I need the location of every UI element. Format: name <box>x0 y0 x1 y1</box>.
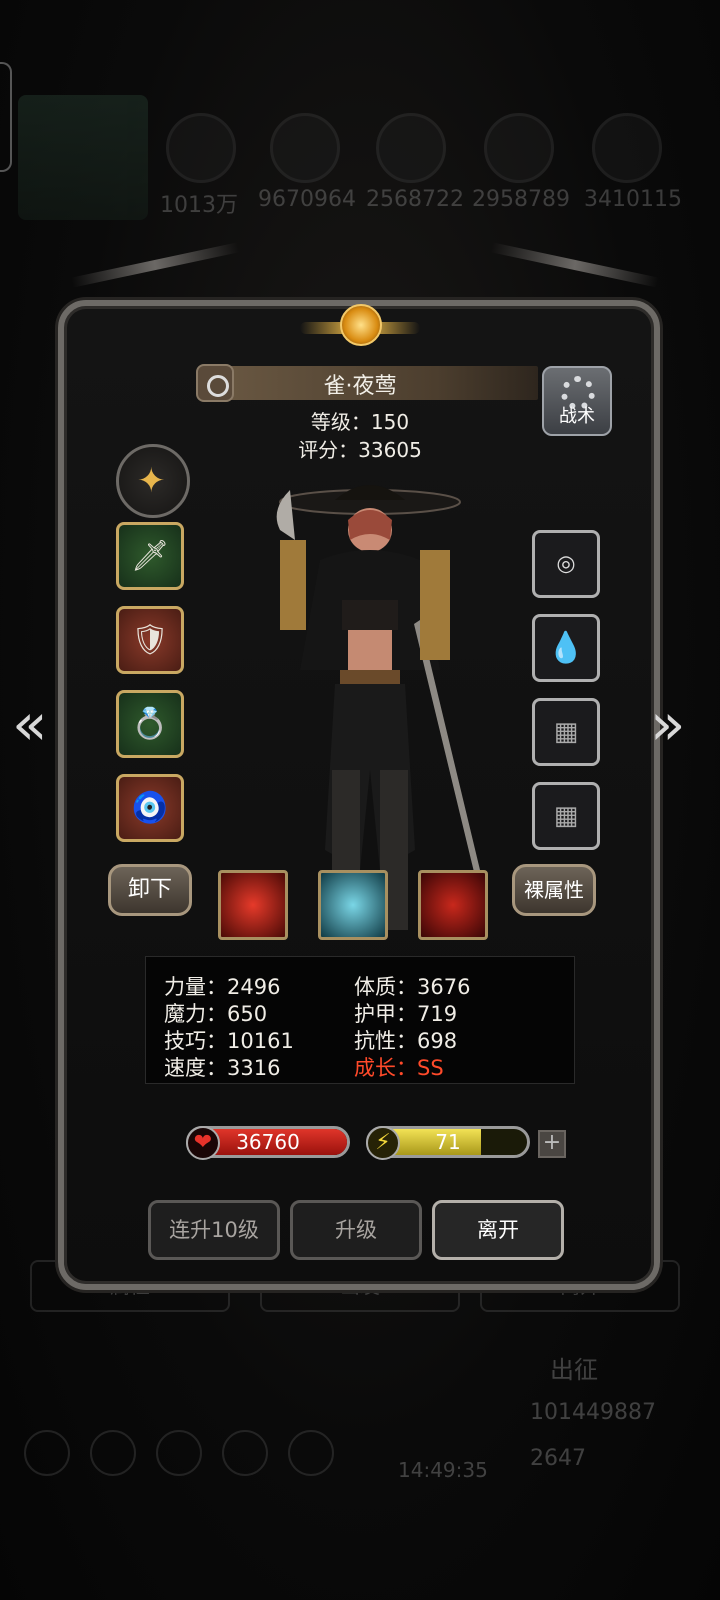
empty-slot-icon: ▦ <box>553 801 579 831</box>
level-up-10-button[interactable]: 连升10级 <box>148 1200 280 1260</box>
belt-slot[interactable]: ◎ <box>532 530 600 598</box>
background-bottom-area: 属性 出发 离开 出征 101449887 2647 14:49:35 <box>0 1240 720 1600</box>
stat-constitution: 体质：3676 <box>354 975 471 999</box>
resource-value: 1013万 <box>160 193 238 218</box>
frame-spike <box>490 242 660 288</box>
next-hero-arrow-icon[interactable]: » <box>650 690 686 758</box>
skill-strike-icon[interactable] <box>418 870 488 940</box>
clock-time: 14:49:35 <box>398 1458 488 1482</box>
background-resource-bar: 1013万 9670964 2568722 2958789 3410115 <box>0 95 720 235</box>
stat-speed: 速度：3316 <box>164 1056 281 1080</box>
tactics-button[interactable]: 战术 <box>542 366 612 436</box>
level-up-button[interactable]: 升级 <box>290 1200 422 1260</box>
gem-slot[interactable]: 💧 <box>532 614 600 682</box>
heart-icon: ❤ <box>186 1126 220 1160</box>
depart-label: 出征 <box>550 1356 598 1384</box>
stat-strength: 力量：2496 <box>164 975 281 999</box>
menu-round-icon <box>90 1430 136 1476</box>
resource-value: 9670964 <box>258 187 356 212</box>
hero-score: 评分：33605 <box>298 438 422 462</box>
menu-round-icon <box>288 1430 334 1476</box>
empty-slot[interactable]: ▦ <box>532 782 600 850</box>
ring-icon: 💍 <box>131 706 169 742</box>
dagger-icon: 🗡 <box>130 538 170 574</box>
amulet-slot[interactable]: 🧿 <box>116 774 184 842</box>
hero-name: 雀·夜莺 <box>323 374 397 399</box>
resource-value: 2568722 <box>366 187 464 212</box>
skill-slash-icon[interactable] <box>218 870 288 940</box>
menu-round-icon <box>156 1430 202 1476</box>
tactics-label: 战术 <box>559 406 595 427</box>
sun-emblem-icon <box>300 300 420 360</box>
stone-resource-icon <box>376 113 446 183</box>
water-gem-icon: 💧 <box>547 630 585 666</box>
gold-amount: 101449887 <box>530 1400 656 1425</box>
amulet-icon: 🧿 <box>131 790 169 826</box>
add-energy-button[interactable]: + <box>538 1130 566 1158</box>
menu-round-icon <box>24 1430 70 1476</box>
frame-spike <box>70 242 240 288</box>
unequip-button[interactable]: 卸下 <box>108 864 192 916</box>
crystal-resource-icon <box>484 113 554 183</box>
lightning-icon: ⚡ <box>366 1126 400 1160</box>
stat-magic: 魔力：650 <box>164 1002 268 1026</box>
food-resource-icon <box>270 113 340 183</box>
armor-icon: 🛡 <box>130 622 170 658</box>
wood-resource-icon <box>166 113 236 183</box>
skill-whirl-icon[interactable] <box>318 870 388 940</box>
island-thumbnail-icon <box>18 95 148 220</box>
resource-value: 2958789 <box>472 187 570 212</box>
empty-slot-icon: ▦ <box>553 717 579 747</box>
belt-icon: ◎ <box>556 551 576 577</box>
phoenix-emblem-icon[interactable]: ✦ <box>116 444 190 518</box>
base-attributes-button[interactable]: 裸属性 <box>512 864 596 916</box>
iron-resource-icon <box>592 113 662 183</box>
ring-slot[interactable]: 💍 <box>116 690 184 758</box>
weapon-slot[interactable]: 🗡 <box>116 522 184 590</box>
leave-button[interactable]: 离开 <box>432 1200 564 1260</box>
menu-round-icon <box>222 1430 268 1476</box>
stat-skill: 技巧：10161 <box>164 1029 294 1053</box>
stat-armor: 护甲：719 <box>354 1002 458 1026</box>
gem-amount: 2647 <box>530 1446 586 1471</box>
resource-value: 3410115 <box>584 187 682 212</box>
hero-level: 等级：150 <box>310 410 410 434</box>
stat-resistance: 抗性：698 <box>354 1029 458 1053</box>
empty-slot[interactable]: ▦ <box>532 698 600 766</box>
armor-slot[interactable]: 🛡 <box>116 606 184 674</box>
stat-growth: 成长：SS <box>354 1056 444 1080</box>
previous-hero-arrow-icon[interactable]: « <box>12 690 48 758</box>
hero-stats-panel: 力量：2496 魔力：650 技巧：10161 速度：3316 体质：3676 … <box>145 956 575 1084</box>
